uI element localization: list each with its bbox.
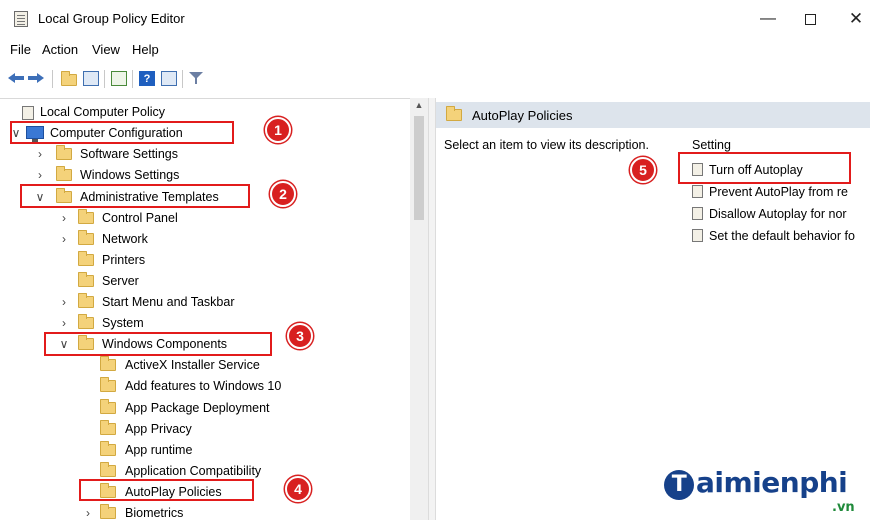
up-folder-icon[interactable]: [60, 70, 78, 87]
scrollbar-thumb[interactable]: [414, 116, 424, 220]
highlight-box-computer-configuration: [10, 121, 234, 144]
step-badge-1: 1: [265, 117, 291, 143]
tree-scrollbar[interactable]: ▲: [410, 98, 428, 520]
maximize-button[interactable]: [790, 6, 830, 32]
details-header-title: AutoPlay Policies: [472, 108, 573, 123]
folder-icon: [100, 356, 116, 371]
setting-label: Disallow Autoplay for nor: [709, 207, 847, 221]
folder-icon: [78, 314, 94, 329]
chevron-right-icon[interactable]: ›: [82, 503, 94, 520]
folder-icon: [100, 441, 116, 456]
chevron-right-icon[interactable]: ›: [34, 144, 46, 164]
folder-icon: [78, 251, 94, 266]
tree-item-label: App Privacy: [125, 422, 192, 436]
setting-label: Prevent AutoPlay from re: [709, 185, 848, 199]
policy-editor-app-icon: [14, 11, 28, 27]
highlight-box-administrative-templates: [20, 184, 250, 208]
show-hide-tree-icon[interactable]: [82, 70, 100, 87]
folder-icon: [61, 71, 77, 86]
tree-item-label: App Package Deployment: [125, 401, 270, 415]
step-badge-3: 3: [287, 323, 313, 349]
folder-icon: [78, 293, 94, 308]
tree-item-label: ActiveX Installer Service: [125, 358, 260, 372]
policy-setting-icon: [692, 207, 703, 220]
tree-item-label: App runtime: [125, 443, 193, 457]
tree-item-label: Application Compatibility: [125, 464, 262, 478]
tree-item-label: Biometrics: [125, 506, 184, 520]
tree-item-label: Windows Settings: [80, 168, 180, 182]
step-badge-2: 2: [270, 181, 296, 207]
tree-item-label: Network: [102, 232, 148, 246]
folder-icon: [56, 166, 72, 181]
tree-item-label: Add features to Windows 10: [125, 379, 282, 393]
toolbar-separator: [132, 70, 133, 88]
pane-splitter[interactable]: [428, 98, 436, 520]
chevron-right-icon[interactable]: ›: [58, 208, 70, 228]
highlight-box-windows-components: [44, 332, 272, 356]
folder-icon: [56, 145, 72, 160]
policy-setting-icon: [692, 185, 703, 198]
window-title: Local Group Policy Editor: [38, 11, 185, 26]
minimize-button[interactable]: —: [748, 6, 788, 32]
help-icon[interactable]: ?: [138, 70, 156, 87]
tree-item-label: Software Settings: [80, 147, 178, 161]
chevron-right-icon[interactable]: ›: [58, 292, 70, 312]
step-badge-4: 4: [285, 476, 311, 502]
highlight-box-turn-off-autoplay: [678, 152, 851, 184]
folder-icon: [78, 230, 94, 245]
toolbar-separator: [182, 70, 183, 88]
description-text: Select an item to view its description.: [444, 138, 649, 152]
title-bar: Local Group Policy Editor — ✕: [0, 0, 870, 38]
menu-file[interactable]: File: [10, 42, 31, 57]
chevron-right-icon[interactable]: ›: [58, 313, 70, 333]
setting-column-header[interactable]: Setting: [692, 138, 731, 152]
tree-item-label: Control Panel: [102, 211, 178, 225]
toolbar-separator: [104, 70, 105, 88]
toolbar: ?: [0, 62, 870, 94]
folder-icon: [100, 377, 116, 392]
watermark-logo-icon: T: [664, 470, 694, 500]
policy-icon: [22, 106, 34, 120]
tree-item-label: Local Computer Policy: [40, 105, 166, 119]
toolbar-separator: [52, 70, 53, 88]
highlight-box-autoplay-policies: [79, 479, 254, 501]
folder-icon: [100, 462, 116, 477]
policy-setting-icon: [692, 229, 703, 242]
tree-item-label: Printers: [102, 253, 146, 267]
menu-help[interactable]: Help: [132, 42, 159, 57]
menu-action[interactable]: Action: [42, 42, 78, 57]
tree-item-label: Server: [102, 274, 139, 288]
setting-label: Set the default behavior fo: [709, 229, 855, 243]
close-button[interactable]: ✕: [836, 6, 870, 32]
step-badge-5: 5: [630, 157, 656, 183]
folder-icon: [446, 106, 462, 121]
watermark-domain-suffix: .vn: [832, 500, 855, 515]
watermark-text: aimienphi: [696, 466, 848, 499]
folder-icon: [100, 504, 116, 519]
back-arrow-icon[interactable]: [8, 70, 26, 87]
forward-arrow-icon[interactable]: [28, 70, 46, 87]
menu-bar: File Action View Help: [0, 38, 870, 62]
scroll-up-arrow-icon[interactable]: ▲: [410, 100, 428, 114]
folder-icon: [100, 420, 116, 435]
maximize-icon: [804, 14, 816, 25]
chevron-right-icon[interactable]: ›: [58, 229, 70, 249]
properties-icon[interactable]: [160, 70, 178, 87]
folder-icon: [100, 399, 116, 414]
tree-pane: Local Computer Policy ∨ Computer Configu…: [0, 98, 428, 520]
tree-item-label: System: [102, 316, 144, 330]
details-header: AutoPlay Policies: [436, 102, 870, 128]
filter-icon[interactable]: [188, 70, 206, 87]
tree-item-label: Start Menu and Taskbar: [102, 295, 235, 309]
chevron-right-icon[interactable]: ›: [34, 165, 46, 185]
menu-view[interactable]: View: [92, 42, 120, 57]
export-list-icon[interactable]: [110, 70, 128, 87]
folder-icon: [78, 272, 94, 287]
folder-icon: [78, 209, 94, 224]
